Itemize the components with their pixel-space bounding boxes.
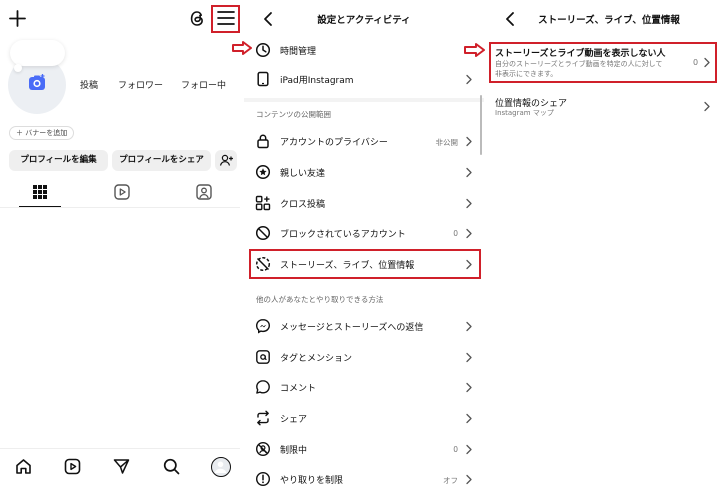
reels-tab-icon[interactable] (113, 183, 131, 201)
row-comments[interactable]: コメント (244, 372, 484, 403)
row-label: タグとメンション (280, 354, 353, 364)
chevron-right-icon (465, 136, 473, 147)
chevron-right-icon (465, 382, 473, 393)
settings-panel: 設定とアクティビティ 時間管理 iPad用Instagram コンテンツの公開範… (244, 0, 484, 502)
stat-followers[interactable]: フォロワー (118, 78, 163, 91)
row-label: ブロックされているアカウント (280, 230, 406, 240)
search-icon[interactable] (162, 457, 181, 476)
row-value: 非公開 (435, 138, 459, 147)
section-label-visibility: コンテンツの公開範囲 (256, 110, 331, 119)
row-limit-interactions[interactable]: やり取りを制限 オフ (244, 464, 484, 495)
section-label-interactions: 他の人があなたとやり取りできる方法 (256, 295, 384, 304)
row-label: 時間管理 (280, 47, 317, 57)
row-label: コメント (280, 384, 317, 394)
row-value: オフ (443, 476, 458, 485)
row-blocked-accounts[interactable]: ブロックされているアカウント 0 (244, 218, 484, 249)
row-messages-replies[interactable]: メッセージとストーリーズへの返信 (244, 311, 484, 342)
block-icon (255, 225, 271, 241)
ipad-icon (255, 71, 271, 87)
grid-tab-icon[interactable] (31, 183, 49, 201)
tab-divider (0, 207, 240, 208)
row-label: シェア (280, 415, 308, 425)
stories-settings-panel: ストーリーズ、ライブ、位置情報 ストーリーズとライブ動画を表示しない人 自分のス… (484, 0, 720, 502)
back-chevron-icon[interactable] (504, 11, 516, 27)
row-sharing[interactable]: シェア (244, 403, 484, 434)
profile-panel: 投稿 フォロワー フォロー中 ＋ バナーを追加 プロフィールを編集 プロフィール… (0, 0, 240, 502)
stat-posts[interactable]: 投稿 (80, 78, 98, 91)
row-ipad-instagram[interactable]: iPad用Instagram (244, 64, 484, 95)
row-label: メッセージとストーリーズへの返信 (280, 323, 424, 333)
home-icon[interactable] (14, 457, 33, 476)
row-label: iPad用Instagram (280, 76, 354, 86)
row-label: やり取りを制限 (280, 476, 344, 486)
chevron-right-icon (465, 321, 473, 332)
profile-nav-avatar[interactable] (211, 457, 231, 477)
row-value: 0 (453, 229, 458, 238)
star-circle-icon (255, 164, 271, 180)
section-separator (244, 98, 484, 102)
row-label: クロス投稿 (280, 200, 326, 210)
chevron-right-icon (465, 474, 473, 485)
menu-highlight-box (211, 5, 240, 33)
row-label: アカウントのプライバシー (280, 138, 388, 148)
row-tags-mentions[interactable]: タグとメンション (244, 342, 484, 373)
note-bubble-tail (14, 64, 22, 72)
chevron-right-icon (465, 413, 473, 424)
send-icon[interactable] (112, 457, 131, 476)
chevron-right-icon (465, 352, 473, 363)
row-cross-posting[interactable]: クロス投稿 (244, 188, 484, 219)
scroll-indicator[interactable] (480, 95, 482, 155)
plus-icon[interactable] (9, 10, 26, 27)
row-label: 親しい友達 (280, 169, 326, 179)
chevron-right-icon (465, 167, 473, 178)
row-subtitle: Instagram マップ (495, 109, 554, 117)
note-bubble[interactable] (10, 40, 65, 66)
stat-following[interactable]: フォロー中 (181, 78, 226, 91)
settings-title: 設定とアクティビティ (317, 15, 411, 26)
row-label: 制限中 (280, 446, 308, 456)
tagged-tab-icon[interactable] (195, 183, 213, 201)
threads-icon[interactable] (189, 10, 206, 27)
camera-icon[interactable] (27, 73, 47, 93)
row-close-friends[interactable]: 親しい友達 (244, 157, 484, 188)
restricted-icon (255, 441, 271, 457)
reels-icon[interactable] (63, 457, 82, 476)
comment-icon (255, 379, 271, 395)
back-chevron-icon[interactable] (262, 11, 274, 27)
chevron-right-icon (465, 198, 473, 209)
stories-settings-title: ストーリーズ、ライブ、位置情報 (538, 15, 680, 26)
bottom-nav-divider (0, 448, 240, 449)
share-icon (255, 410, 271, 426)
chevron-right-icon (465, 74, 473, 85)
row-time-management[interactable]: 時間管理 (244, 35, 484, 66)
limit-icon (255, 471, 271, 487)
chevron-right-icon (465, 444, 473, 455)
messenger-icon (255, 318, 271, 334)
row-account-privacy[interactable]: アカウントのプライバシー 非公開 (244, 126, 484, 157)
hide-story-highlight-box (489, 42, 717, 83)
at-sign-icon (255, 349, 271, 365)
row-value: 0 (453, 445, 458, 454)
arrow-to-time-management (232, 41, 252, 55)
chevron-right-icon (465, 228, 473, 239)
add-person-button[interactable] (215, 150, 237, 171)
cross-post-icon (255, 195, 271, 211)
add-banner-button[interactable]: ＋ バナーを追加 (9, 126, 75, 140)
share-profile-button[interactable]: プロフィールをシェア (112, 150, 211, 171)
lock-icon (255, 133, 271, 149)
clock-icon (255, 42, 271, 58)
arrow-to-hide-story (464, 43, 486, 57)
edit-profile-button[interactable]: プロフィールを編集 (9, 150, 108, 171)
row-restricted[interactable]: 制限中 0 (244, 434, 484, 465)
row-location-sharing[interactable]: 位置情報のシェア Instagram マップ (489, 92, 717, 122)
chevron-right-icon (703, 101, 711, 112)
stories-row-highlight-box (249, 249, 481, 279)
